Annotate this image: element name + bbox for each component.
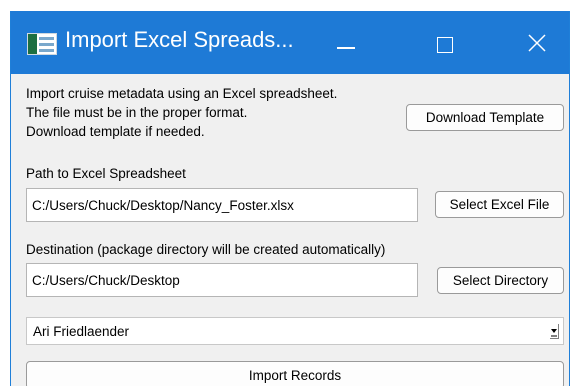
minimize-icon: [337, 47, 355, 49]
maximize-button[interactable]: [416, 11, 480, 74]
download-template-button[interactable]: Download Template: [406, 104, 564, 131]
intro-line-2: The file must be in the proper format.: [26, 105, 248, 120]
chevron-down-icon[interactable]: [548, 322, 560, 340]
select-excel-file-button[interactable]: Select Excel File: [435, 191, 564, 218]
intro-text: Import cruise metadata using an Excel sp…: [26, 84, 337, 141]
excel-path-value: C:/Users/Chuck/Desktop/Nancy_Foster.xlsx: [32, 197, 294, 213]
destination-value: C:/Users/Chuck/Desktop: [32, 272, 180, 288]
excel-path-field[interactable]: C:/Users/Chuck/Desktop/Nancy_Foster.xlsx: [26, 188, 418, 222]
maximize-icon: [437, 37, 453, 53]
intro-line-1: Import cruise metadata using an Excel sp…: [26, 86, 338, 101]
excel-icon: [27, 33, 57, 55]
title-bar[interactable]: Import Excel Spreads...: [11, 11, 569, 74]
path-label: Path to Excel Spreadsheet: [26, 166, 186, 181]
person-select-value: Ari Friedlaender: [33, 323, 130, 339]
person-select[interactable]: Ari Friedlaender: [26, 317, 564, 345]
close-button[interactable]: [505, 11, 569, 74]
import-records-button[interactable]: Import Records: [26, 361, 564, 386]
destination-label: Destination (package directory will be c…: [26, 242, 386, 257]
import-excel-dialog: Import Excel Spreads... Import cruise me…: [10, 11, 570, 386]
close-icon: [528, 34, 546, 52]
dialog-body: Import cruise metadata using an Excel sp…: [11, 74, 569, 386]
select-directory-button[interactable]: Select Directory: [437, 267, 564, 294]
window-title: Import Excel Spreads...: [65, 27, 294, 52]
minimize-button[interactable]: [311, 11, 375, 74]
intro-line-3: Download template if needed.: [26, 124, 205, 139]
destination-field[interactable]: C:/Users/Chuck/Desktop: [26, 263, 418, 297]
